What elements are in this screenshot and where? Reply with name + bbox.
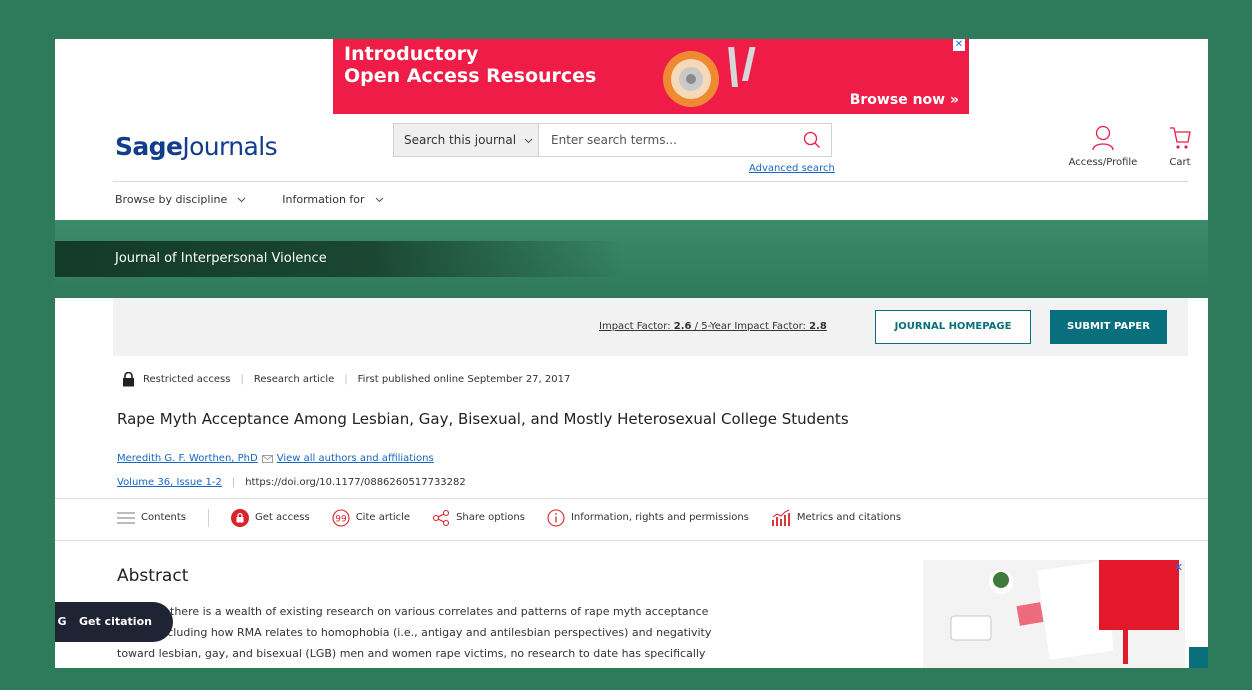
ad-close-icon[interactable]: ✕ [953, 39, 965, 51]
submit-paper-button[interactable]: SUBMIT PAPER [1050, 310, 1167, 344]
main-nav: Browse by discipline Information for [115, 192, 384, 208]
get-access-button[interactable]: Get access [230, 509, 310, 527]
email-icon[interactable] [261, 455, 273, 463]
tools-separator [207, 509, 209, 527]
chevron-down-icon [237, 197, 246, 203]
journal-title[interactable]: Journal of Interpersonal Violence [115, 250, 327, 268]
doi-text[interactable]: https://doi.org/10.1177/0886260517733282 [245, 476, 466, 490]
information-for-menu[interactable]: Information for [282, 192, 383, 208]
information-rights-button[interactable]: Information, rights and permissions [547, 509, 749, 527]
impact-factor-link[interactable]: Impact Factor: 2.6 / 5-Year Impact Facto… [599, 320, 827, 334]
article-tools-bar: Contents Get access 99 Cite article Shar… [117, 509, 923, 527]
search-input[interactable] [539, 124, 831, 156]
view-all-authors-link[interactable]: View all authors and affiliations [277, 452, 434, 466]
get-citation-button[interactable]: G Get citation [55, 602, 173, 642]
tools-divider-top [55, 498, 1208, 499]
lock-icon [123, 372, 134, 387]
journal-homepage-button[interactable]: JOURNAL HOMEPAGE [875, 310, 1031, 344]
ad-safe-illustration [663, 47, 756, 107]
info-icon [547, 509, 565, 527]
user-icon [1092, 125, 1114, 151]
article-title: Rape Myth Acceptance Among Lesbian, Gay,… [117, 410, 849, 428]
cite-article-button[interactable]: 99 Cite article [332, 509, 410, 527]
contents-button[interactable]: Contents [117, 511, 186, 525]
share-options-button[interactable]: Share options [432, 509, 525, 527]
share-icon [433, 509, 450, 527]
access-status: Restricted access [143, 373, 231, 385]
abstract-text: Although there is a wealth of existing r… [117, 605, 712, 660]
metrics-chart-icon [772, 509, 790, 526]
sage-journals-logo[interactable]: SageJournals [115, 132, 278, 162]
volume-issue-link[interactable]: Volume 36, Issue 1-2 [117, 476, 222, 490]
side-ad[interactable]: ✕ [923, 560, 1185, 668]
header-divider [113, 181, 1188, 182]
citation-logo-icon: G [55, 613, 71, 631]
browse-by-discipline-menu[interactable]: Browse by discipline [115, 192, 246, 208]
browser-viewport: Introductory Open Access Resources Brows… [55, 39, 1208, 668]
search-scope-select[interactable]: Search this journal [394, 124, 539, 156]
cart-icon [1170, 127, 1191, 149]
side-ad-close-icon[interactable]: ✕ [1174, 562, 1183, 573]
quote-icon: 99 [332, 509, 350, 527]
tools-divider-bottom [55, 540, 1208, 541]
search-bar: Search this journal [393, 123, 832, 157]
access-profile-button[interactable]: Access/Profile [1063, 125, 1143, 169]
ad-cta[interactable]: Browse now » [850, 91, 959, 109]
volume-row: Volume 36, Issue 1-2 | https://doi.org/1… [117, 476, 466, 490]
meta-separator: | [231, 477, 236, 488]
chevron-down-icon [524, 138, 533, 144]
article-meta: Restricted access | Research article | F… [122, 372, 570, 387]
metrics-citations-button[interactable]: Metrics and citations [771, 509, 901, 527]
author-row: Meredith G. F. Worthen, PhD View all aut… [117, 452, 434, 466]
publish-date: First published online September 27, 201… [357, 373, 571, 385]
svg-text:99: 99 [335, 515, 347, 525]
cart-button[interactable]: Cart [1160, 125, 1200, 169]
search-icon[interactable] [803, 131, 821, 149]
feedback-tab[interactable] [1189, 647, 1208, 668]
abstract-heading: Abstract [117, 566, 189, 586]
lock-circle-icon [230, 509, 249, 527]
ad-product-image [950, 560, 1179, 664]
access-profile-label: Access/Profile [1068, 157, 1138, 168]
meta-separator: | [240, 373, 244, 385]
ad-banner[interactable]: Introductory Open Access Resources Brows… [333, 39, 969, 114]
article-type: Research article [253, 373, 335, 385]
author-link[interactable]: Meredith G. F. Worthen, PhD [117, 452, 258, 466]
cart-label: Cart [1169, 157, 1191, 168]
chevron-down-icon [375, 197, 383, 203]
advanced-search-link[interactable]: Advanced search [749, 163, 835, 175]
meta-separator: | [344, 373, 348, 385]
list-icon [117, 512, 135, 524]
ad-title: Introductory Open Access Resources [344, 43, 597, 87]
